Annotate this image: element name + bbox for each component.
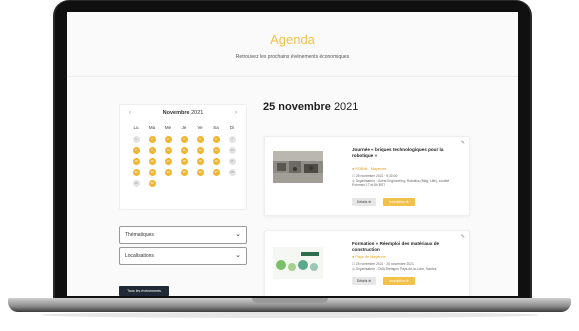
- calendar-grid: Lu Ma Me Je Ve Sa Di 1 2 3 4 5 6 7 8 9 10 11 12 13 14 15 16 17 1…: [128, 125, 240, 187]
- calendar-day-with-event[interactable]: 11: [180, 147, 188, 154]
- event-title[interactable]: Formation « Réemploi des matériaux de co…: [352, 241, 460, 253]
- chevron-down-icon: ⌄: [235, 231, 241, 238]
- calendar-day-name: Di: [229, 125, 235, 130]
- calendar-header: ‹ Novembre 2021 ›: [120, 110, 246, 120]
- calendar-day-with-event[interactable]: 30: [148, 180, 156, 187]
- calendar-day-with-event[interactable]: 6: [212, 136, 220, 143]
- calendar-day[interactable]: 1: [132, 136, 140, 143]
- calendar-day[interactable]: 21: [228, 158, 236, 165]
- laptop-shadow: [40, 312, 540, 318]
- calendar-day-with-event[interactable]: 16: [148, 158, 156, 165]
- chevron-down-icon: ⌄: [235, 252, 241, 259]
- calendar-day-with-event[interactable]: 3: [164, 136, 172, 143]
- calendar-day-with-event[interactable]: 18: [180, 158, 188, 165]
- pencil-icon[interactable]: ✎: [461, 234, 465, 240]
- calendar-day-with-event[interactable]: 23: [148, 169, 156, 176]
- details-button[interactable]: Détails ⊕: [352, 277, 376, 285]
- details-button[interactable]: Détails ⊕: [352, 198, 376, 206]
- calendar-day-with-event[interactable]: 15: [132, 158, 140, 165]
- thematiques-select[interactable]: Thématiques ⌄: [119, 226, 247, 244]
- event-photo: [273, 151, 323, 183]
- calendar-day[interactable]: 28: [228, 169, 236, 176]
- calendar-day-with-event[interactable]: 26: [196, 169, 204, 176]
- event-category: ● ROBIN - Mayenne: [352, 167, 387, 171]
- calendar-year: 2021: [191, 110, 204, 116]
- calendar-day-name: Je: [181, 125, 187, 130]
- calendar-day-with-event[interactable]: 19: [196, 158, 204, 165]
- calendar-day-with-event[interactable]: 9: [148, 147, 156, 154]
- event-category: ● Pays de Mayenne: [352, 255, 386, 259]
- all-events-button[interactable]: Tous les événements: [119, 286, 169, 296]
- calendar-day-with-event[interactable]: 4: [180, 136, 188, 143]
- event-card: ✎ Journée « briques technologiques pour …: [264, 136, 470, 216]
- calendar-day-with-event[interactable]: 17: [164, 158, 172, 165]
- calendar-widget: ‹ Novembre 2021 › Lu Ma Me Je Ve Sa Di 1 2 3 4 5 6 7 8…: [119, 104, 247, 210]
- calendar-day-with-event[interactable]: 22: [132, 169, 140, 176]
- calendar-day-with-event[interactable]: 25: [180, 169, 188, 176]
- calendar-month: Novembre: [162, 110, 190, 116]
- laptop-screen: Agenda Retrouvez les prochains événement…: [67, 12, 518, 296]
- event-date: ☐ 25 novembre 2021 · 9:30:00: [352, 174, 398, 178]
- calendar-day-name: Lu: [133, 125, 139, 130]
- calendar-day-with-event[interactable]: 2: [148, 136, 156, 143]
- calendar-day-name: Ma: [148, 125, 156, 130]
- selected-date-day: 25 novembre: [263, 101, 331, 113]
- localisations-select[interactable]: Localisations ⌄: [119, 247, 247, 265]
- calendar-day[interactable]: 7: [228, 136, 236, 143]
- event-photo: [273, 247, 323, 279]
- event-organizer: ◎ Organisateur : Ouest Engineering, Robo…: [352, 179, 450, 188]
- laptop-notch: [252, 298, 328, 303]
- calendar-day-with-event[interactable]: 8: [132, 147, 140, 154]
- localisations-select-label: Localisations: [125, 253, 154, 259]
- calendar-day-with-event[interactable]: 5: [196, 136, 204, 143]
- event-date: ☐ 25 novembre 2021 · 26 novembre 2021: [352, 262, 414, 266]
- selected-date-year: 2021: [333, 101, 359, 113]
- calendar-day-name: Sa: [213, 125, 219, 130]
- event-title[interactable]: Journée « briques technologiques pour la…: [352, 147, 460, 159]
- calendar-day[interactable]: 29: [132, 180, 140, 187]
- calendar-next-icon[interactable]: ›: [235, 110, 237, 116]
- calendar-month-label: Novembre 2021: [120, 110, 246, 116]
- calendar-day-with-event[interactable]: 20: [212, 158, 220, 165]
- event-card: ✎ Formation « Réemploi des matériaux de …: [264, 230, 470, 296]
- thematiques-select-label: Thématiques: [125, 232, 154, 238]
- event-organizer: ◎ Organisateur : CMA Bretagne Pays-de-la…: [352, 267, 437, 271]
- page-subtitle: Retrouvez les prochains événements écono…: [235, 54, 350, 60]
- calendar-day-with-event[interactable]: 12: [196, 147, 204, 154]
- pencil-icon[interactable]: ✎: [461, 140, 465, 146]
- calendar-day-name: Me: [164, 125, 172, 130]
- selected-date-title: 25 novembre 2021: [263, 101, 358, 113]
- register-button[interactable]: Inscription ⊕: [383, 198, 415, 206]
- calendar-day[interactable]: 14: [228, 147, 236, 154]
- page-title: Agenda: [270, 32, 315, 47]
- register-button[interactable]: Inscription ⊕: [383, 277, 415, 285]
- header-divider: [67, 76, 518, 77]
- calendar-day-name: Ve: [197, 125, 203, 130]
- calendar-day-with-event[interactable]: 27: [212, 169, 220, 176]
- calendar-day-with-event[interactable]: 24: [164, 169, 172, 176]
- calendar-day-with-event[interactable]: 10: [164, 147, 172, 154]
- calendar-day-with-event[interactable]: 13: [212, 147, 220, 154]
